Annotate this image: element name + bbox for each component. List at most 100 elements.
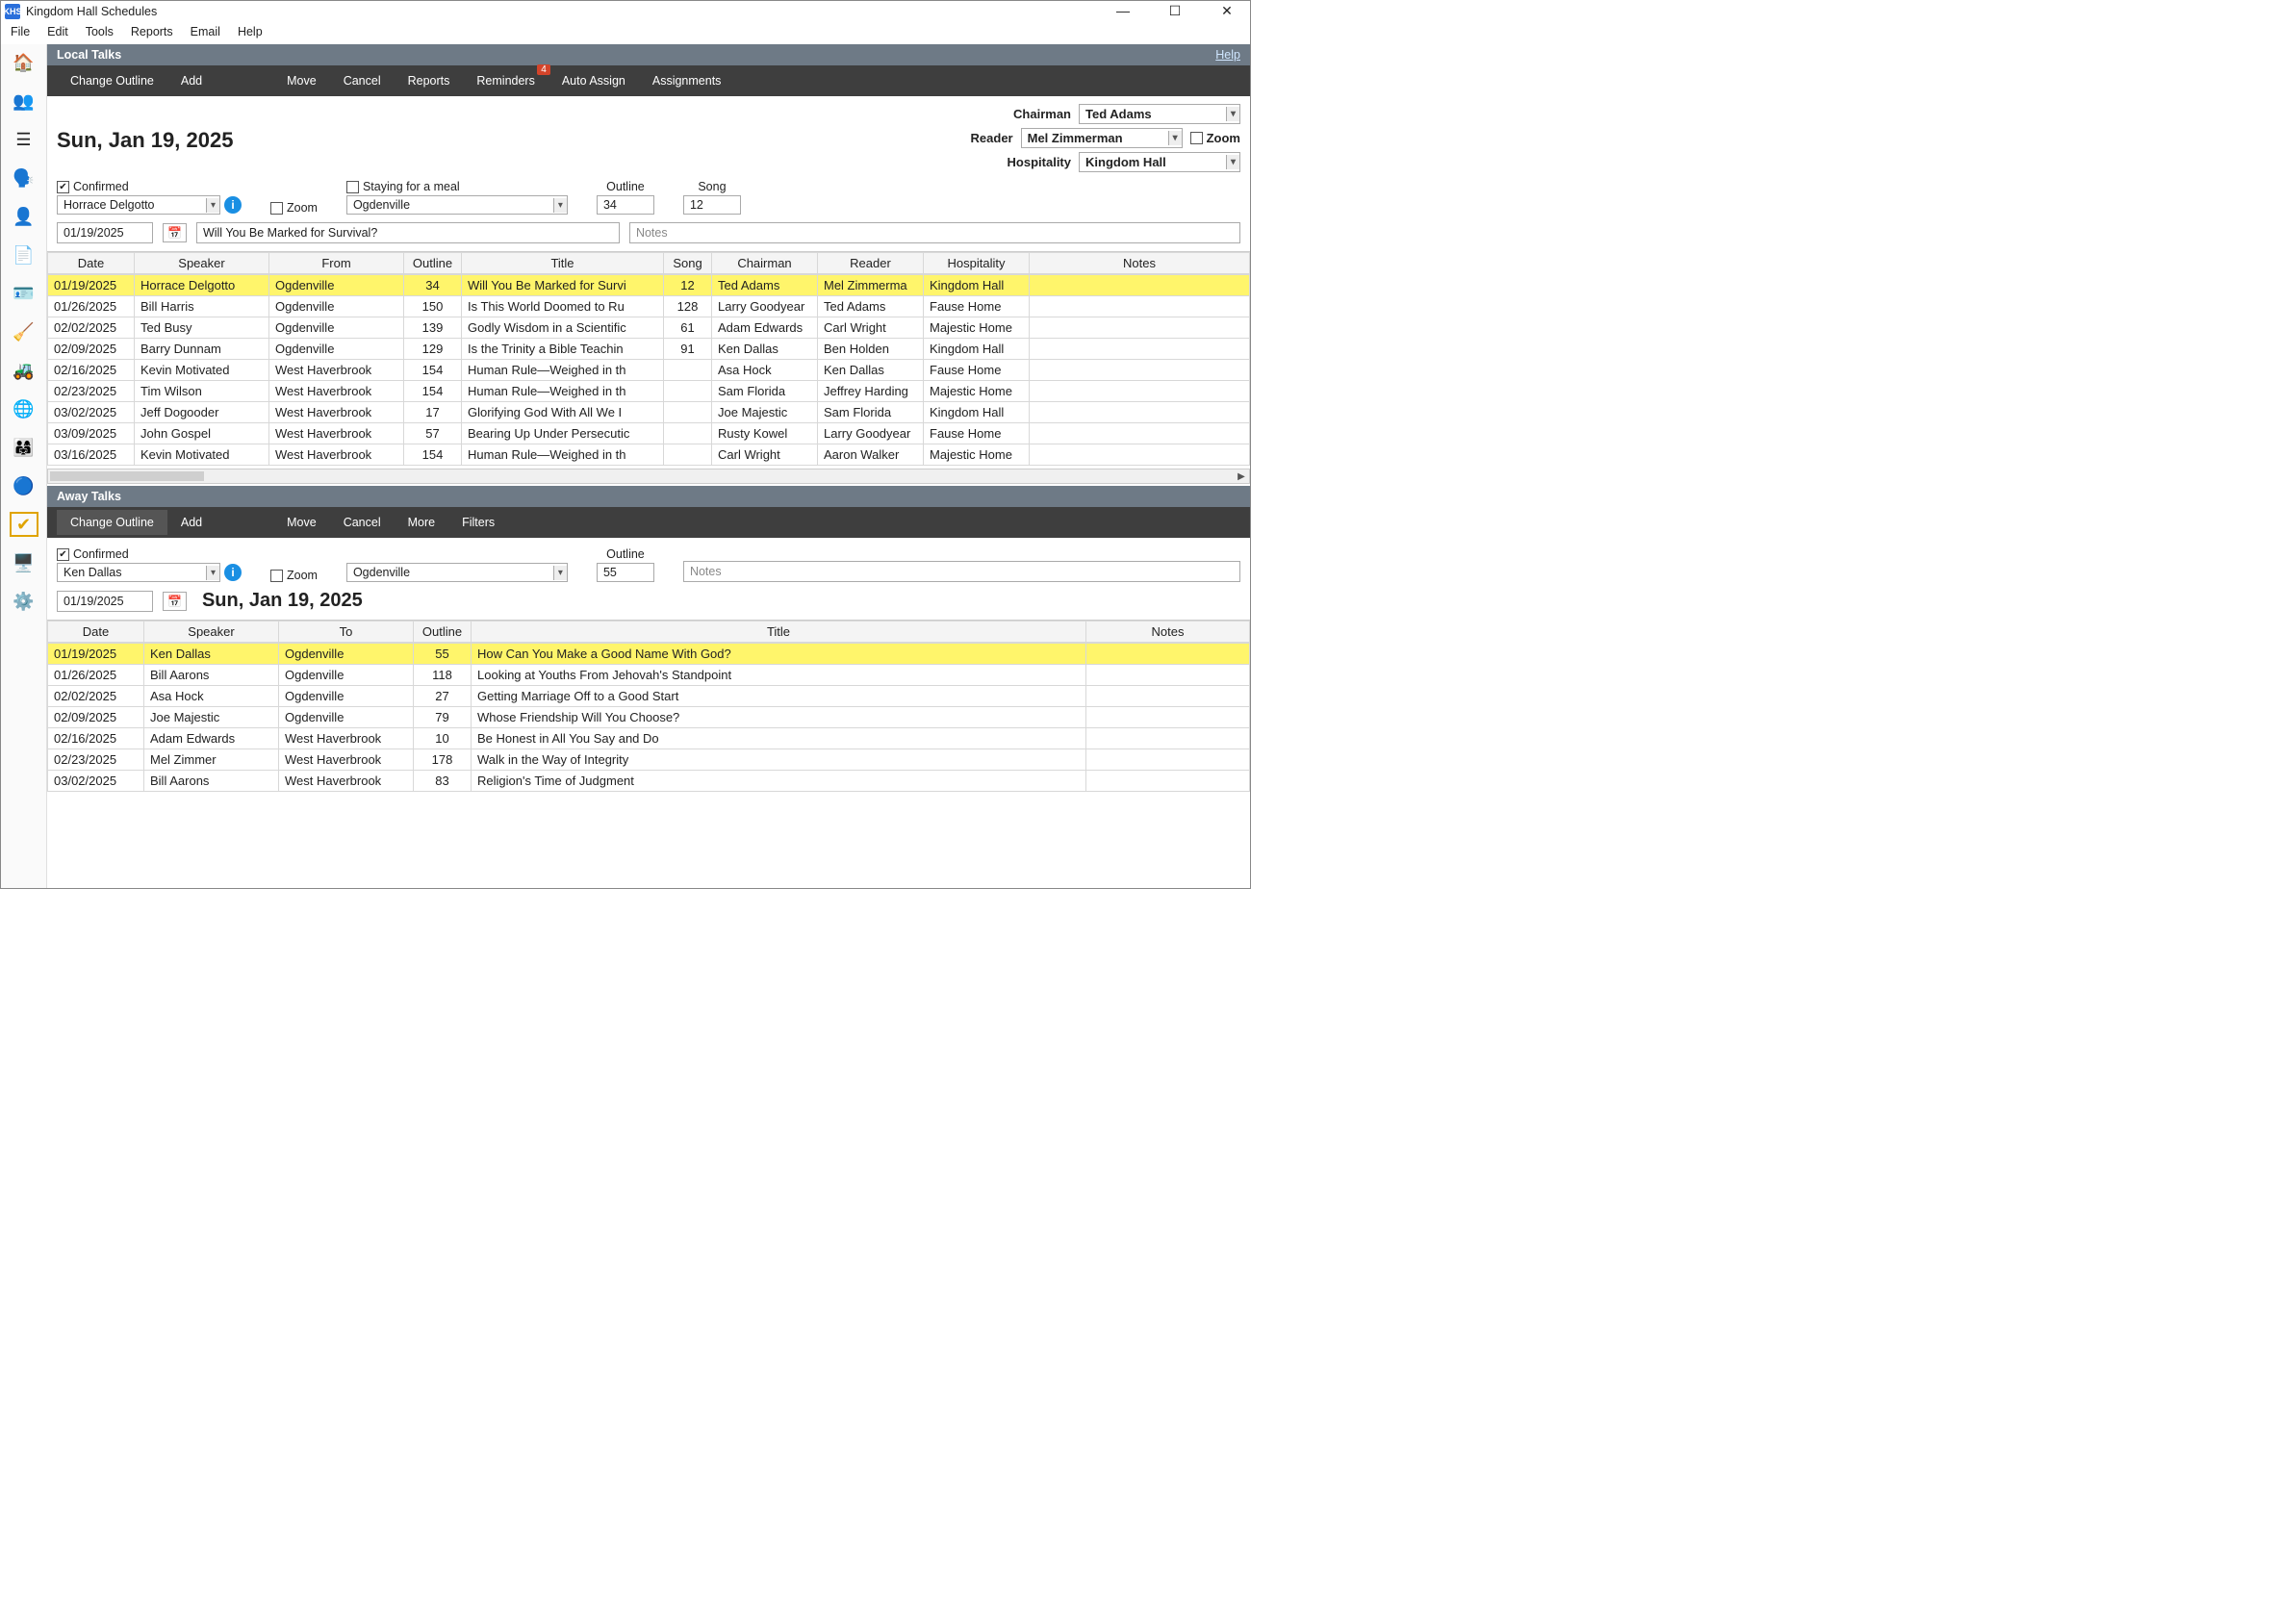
scroll-right-icon[interactable]: ▶ [1234, 469, 1249, 483]
col-notes[interactable]: Notes [1030, 253, 1250, 274]
table-row[interactable]: 02/23/2025Tim WilsonWest Haverbrook154Hu… [48, 381, 1250, 402]
table-row[interactable]: 02/09/2025Joe MajesticOgdenville79Whose … [48, 707, 1250, 728]
cleaning-icon[interactable]: 🧹 [10, 319, 38, 344]
acol-to[interactable]: To [279, 622, 414, 643]
scroll-thumb[interactable] [50, 471, 204, 481]
info-icon[interactable]: i [224, 196, 242, 214]
acol-title[interactable]: Title [472, 622, 1086, 643]
away-change-outline-button[interactable]: Change Outline [57, 510, 167, 535]
local-grid-body[interactable]: 01/19/2025Horrace DelgottoOgdenville34Wi… [47, 274, 1250, 466]
help-link[interactable]: Help [1215, 48, 1240, 62]
calendar-icon[interactable]: 📅 [163, 592, 187, 611]
info-icon[interactable]: i [224, 564, 242, 581]
col-title[interactable]: Title [462, 253, 664, 274]
away-to-combo[interactable]: Ogdenville▾ [346, 563, 568, 582]
col-song[interactable]: Song [664, 253, 712, 274]
away-speaker-combo[interactable]: Ken Dallas▾ [57, 563, 220, 582]
acol-speaker[interactable]: Speaker [144, 622, 279, 643]
hospitality-combo[interactable]: Kingdom Hall▾ [1079, 152, 1240, 172]
away-grid-body[interactable]: 01/19/2025Ken DallasOgdenville55How Can … [47, 643, 1250, 792]
speaker-combo[interactable]: Horrace Delgotto▾ [57, 195, 220, 215]
group-icon[interactable]: 👨‍👩‍👧 [10, 435, 38, 460]
away-date-field[interactable]: 01/19/2025 [57, 591, 153, 612]
away-move-button[interactable]: Move [273, 510, 330, 535]
acol-date[interactable]: Date [48, 622, 144, 643]
table-row[interactable]: 03/02/2025Bill AaronsWest Haverbrook83Re… [48, 771, 1250, 792]
horizontal-scrollbar[interactable]: ◀ ▶ [47, 469, 1250, 484]
confirmed-checkbox[interactable]: ✔Confirmed [57, 180, 242, 193]
chairman-combo[interactable]: Ted Adams▾ [1079, 104, 1240, 124]
table-row[interactable]: 03/16/2025Kevin MotivatedWest Haverbrook… [48, 444, 1250, 466]
reader-combo[interactable]: Mel Zimmerman▾ [1021, 128, 1183, 148]
song-field[interactable]: 12 [683, 195, 741, 215]
col-outline[interactable]: Outline [404, 253, 462, 274]
notes-field[interactable]: Notes [629, 222, 1240, 243]
person-icon[interactable]: 👤 [10, 204, 38, 229]
cancel-button[interactable]: Cancel [330, 68, 395, 93]
podium-icon[interactable]: 🗣️ [10, 165, 38, 190]
table-row[interactable]: 03/02/2025Jeff DogooderWest Haverbrook17… [48, 402, 1250, 423]
table-row[interactable]: 01/19/2025Horrace DelgottoOgdenville34Wi… [48, 275, 1250, 296]
check-icon[interactable]: ✔ [10, 512, 38, 537]
maximize-button[interactable]: ☐ [1156, 3, 1194, 19]
away-outline-field[interactable]: 55 [597, 563, 654, 582]
reminders-button[interactable]: Reminders 4 [463, 68, 548, 93]
monitors-icon[interactable]: 🖥️ [10, 550, 38, 575]
away-filters-button[interactable]: Filters [448, 510, 508, 535]
away-cancel-button[interactable]: Cancel [330, 510, 395, 535]
away-confirmed-checkbox[interactable]: ✔Confirmed [57, 547, 242, 561]
move-button[interactable]: Move [273, 68, 330, 93]
date-field[interactable]: 01/19/2025 [57, 222, 153, 243]
table-row[interactable]: 02/09/2025Barry DunnamOgdenville129Is th… [48, 339, 1250, 360]
globe-icon[interactable]: 🌐 [10, 396, 38, 421]
table-row[interactable]: 02/23/2025Mel ZimmerWest Haverbrook178Wa… [48, 749, 1250, 771]
reports-button[interactable]: Reports [395, 68, 464, 93]
menu-file[interactable]: File [11, 25, 30, 38]
table-row[interactable]: 02/02/2025Ted BusyOgdenville139Godly Wis… [48, 317, 1250, 339]
minimize-button[interactable]: — [1104, 3, 1142, 19]
menu-email[interactable]: Email [191, 25, 220, 38]
table-row[interactable]: 02/16/2025Adam EdwardsWest Haverbrook10B… [48, 728, 1250, 749]
table-row[interactable]: 03/09/2025John GospelWest Haverbrook57Be… [48, 423, 1250, 444]
title-field[interactable]: Will You Be Marked for Survival? [196, 222, 620, 243]
table-row[interactable]: 02/16/2025Kevin MotivatedWest Haverbrook… [48, 360, 1250, 381]
home-icon[interactable]: 🏠 [10, 50, 38, 75]
col-reader[interactable]: Reader [818, 253, 924, 274]
people-icon[interactable]: 👥 [10, 89, 38, 114]
settings-icon[interactable]: ⚙️ [10, 589, 38, 614]
auto-assign-button[interactable]: Auto Assign [549, 68, 639, 93]
away-zoom-checkbox[interactable]: Zoom [270, 569, 318, 582]
table-row[interactable]: 01/26/2025Bill AaronsOgdenville118Lookin… [48, 665, 1250, 686]
menu-tools[interactable]: Tools [86, 25, 114, 38]
menu-help[interactable]: Help [238, 25, 263, 38]
calendar-icon[interactable]: 📅 [163, 223, 187, 242]
table-row[interactable]: 01/19/2025Ken DallasOgdenville55How Can … [48, 644, 1250, 665]
from-combo[interactable]: Ogdenville▾ [346, 195, 568, 215]
assignments-button[interactable]: Assignments [639, 68, 735, 93]
add-button[interactable]: Add [167, 68, 216, 93]
sign-icon[interactable]: 🔵 [10, 473, 38, 498]
away-notes-field[interactable]: Notes [683, 561, 1240, 582]
menu-reports[interactable]: Reports [131, 25, 173, 38]
acol-outline[interactable]: Outline [414, 622, 472, 643]
list-icon[interactable]: ☰ [10, 127, 38, 152]
col-hospitality[interactable]: Hospitality [924, 253, 1030, 274]
close-button[interactable]: ✕ [1208, 3, 1246, 19]
acol-notes[interactable]: Notes [1086, 622, 1250, 643]
col-speaker[interactable]: Speaker [135, 253, 269, 274]
menu-edit[interactable]: Edit [47, 25, 68, 38]
document-icon[interactable]: 📄 [10, 242, 38, 267]
card-icon[interactable]: 🪪 [10, 281, 38, 306]
outline-field[interactable]: 34 [597, 195, 654, 215]
table-row[interactable]: 02/02/2025Asa HockOgdenville27Getting Ma… [48, 686, 1250, 707]
change-outline-button[interactable]: Change Outline [57, 68, 167, 93]
away-more-button[interactable]: More [395, 510, 448, 535]
mower-icon[interactable]: 🚜 [10, 358, 38, 383]
away-add-button[interactable]: Add [167, 510, 216, 535]
zoom-checkbox[interactable]: Zoom [270, 201, 318, 215]
reader-zoom-checkbox[interactable]: Zoom [1190, 131, 1240, 145]
staying-checkbox[interactable]: Staying for a meal [346, 180, 568, 193]
col-date[interactable]: Date [48, 253, 135, 274]
col-from[interactable]: From [269, 253, 404, 274]
table-row[interactable]: 01/26/2025Bill HarrisOgdenville150Is Thi… [48, 296, 1250, 317]
